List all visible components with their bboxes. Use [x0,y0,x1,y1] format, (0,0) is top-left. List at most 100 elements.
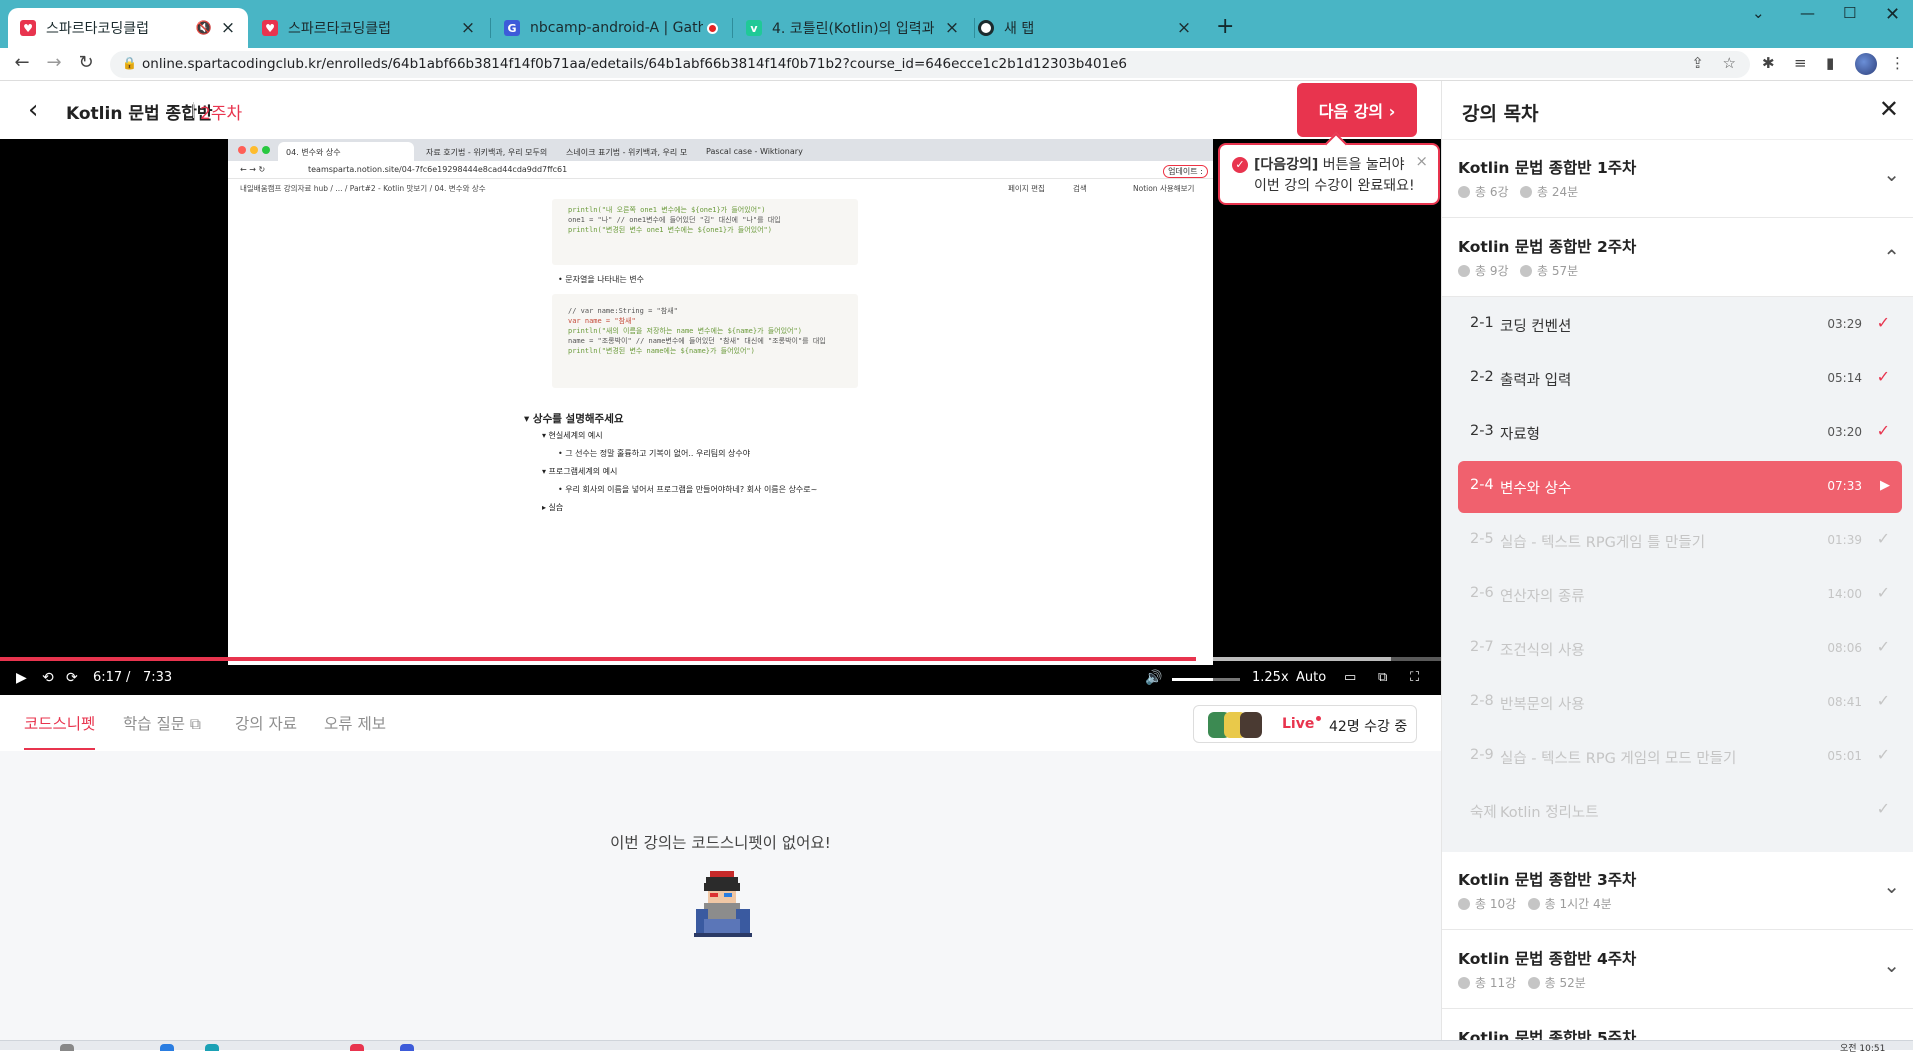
lock-icon[interactable]: 🔒 [122,56,137,70]
empty-snippet-message: 이번 강의는 코드스니펫이 없어요! [610,834,831,852]
week-meta: 총 6강 총 24분 [1458,183,1578,200]
check-circle-icon: ✓ [1232,157,1248,173]
lesson-name: 실습 - 텍스트 RPG게임 틀 만들기 [1500,535,1706,551]
browser-tab-5[interactable]: 새 탭 × [966,8,1204,48]
close-tab-icon[interactable]: × [944,18,960,38]
media-queue-icon[interactable]: ≡ [1794,54,1807,72]
maximize-icon[interactable]: ☐ [1843,4,1856,22]
reload-icon[interactable]: ↻ [74,52,98,73]
chevron-down-icon[interactable]: ⌄ [1883,953,1900,977]
week-4-section[interactable]: Kotlin 문법 종합반 4주차 총 11강 총 52분 ⌄ [1442,931,1913,1009]
back-arrow-icon[interactable]: ‹ [28,95,38,125]
tooltip-bold: [다음강의] [1254,157,1319,173]
share-icon[interactable]: ⇪ [1691,54,1704,72]
lesson-item-current[interactable]: 2-4 변수와 상수 07:33 ▶ [1458,461,1902,513]
week-5-section[interactable]: Kotlin 문법 종합반 5주차 [1442,1010,1913,1040]
recorded-tab: 자료 호기법 - 위키백과, 우리 모두의 [426,148,548,157]
close-sidebar-icon[interactable]: ✕ [1879,95,1899,123]
notion-edit-page: 페이지 편집 [1008,184,1045,193]
extensions-icon[interactable]: ✱ [1762,54,1775,72]
check-icon: ✓ [1876,313,1890,332]
close-tab-icon[interactable]: × [220,18,236,38]
lesson-item[interactable]: 2-9 실습 - 텍스트 RPG 게임의 모드 만들기 05:01 ✓ [1458,731,1902,783]
clock-icon [1519,186,1532,198]
lesson-item[interactable]: 2-8 반복문의 사용 08:41 ✓ [1458,677,1902,729]
rewind-10-icon[interactable]: ⟲ [42,670,54,686]
bookmark-star-icon[interactable]: ☆ [1723,54,1736,72]
volume-slider[interactable] [1172,678,1240,681]
lesson-duration: 03:20 [1827,425,1862,439]
next-lecture-button[interactable]: 다음 강의 › [1297,83,1417,137]
play-circle-icon [1458,265,1470,277]
volume-icon[interactable]: 🔊 [1145,670,1162,686]
chrome-menu-icon[interactable]: ⋮ [1890,54,1905,72]
forward-10-icon[interactable]: ⟳ [66,670,78,686]
forward-icon[interactable]: → [42,52,66,73]
lesson-name: 실습 - 텍스트 RPG 게임의 모드 만들기 [1500,751,1737,767]
chevron-down-icon[interactable]: ⌄ [1883,162,1900,186]
check-icon: ✓ [1876,529,1890,548]
lesson-item[interactable]: 2-2 출력과 입력 05:14 ✓ [1458,353,1902,405]
close-tooltip-icon[interactable]: × [1415,151,1428,172]
close-window-icon[interactable]: ✕ [1885,4,1900,25]
address-bar[interactable]: 🔒 online.spartacodingclub.kr/enrolleds/6… [110,51,1750,78]
lesson-item-homework[interactable]: 숙제 Kotlin 정리노트 ✓ [1458,785,1902,837]
play-icon[interactable]: ▶ [16,670,27,686]
lesson-item[interactable]: 2-5 실습 - 텍스트 RPG게임 틀 만들기 01:39 ✓ [1458,515,1902,567]
live-viewers-box[interactable]: Live 42명 수강 중 [1193,705,1417,743]
lesson-number: 2-2 [1470,369,1494,385]
url-text[interactable]: online.spartacodingclub.kr/enrolleds/64b… [142,56,1127,72]
lesson-item[interactable]: 2-6 연산자의 종류 14:00 ✓ [1458,569,1902,621]
minimize-icon[interactable]: — [1800,4,1815,22]
week-2-section[interactable]: Kotlin 문법 종합반 2주차 총 9강 총 57분 ⌃ [1442,219,1913,297]
browser-tab-1[interactable]: ♥ 스파르타코딩클럽 🔇 × [8,8,248,48]
playback-speed[interactable]: 1.25x [1252,670,1289,685]
total-time: 총 57분 [1536,264,1579,278]
tab-error-report[interactable]: 오류 제보 [324,712,386,748]
code-line: // var name:String = "참새" [568,307,678,315]
gather-icon: G [504,20,520,36]
recorded-tab: 04. 변수와 상수 [278,142,414,161]
lesson-item[interactable]: 2-7 조건식의 사용 08:06 ✓ [1458,623,1902,675]
picture-in-picture-icon[interactable]: ⧉ [1378,670,1387,685]
code-block-1: println("내 오른쪽 one1 변수에는 ${one1}가 들어있어")… [552,199,858,265]
lesson-item[interactable]: 2-3 자료형 03:20 ✓ [1458,407,1902,459]
notion-bullet: • 문자열을 나타내는 변수 [558,275,644,284]
subtitles-icon[interactable]: ▭ [1344,670,1356,685]
total-time: 총 1시간 4분 [1544,897,1612,911]
mac-zoom-dot [262,146,270,154]
week-1-section[interactable]: Kotlin 문법 종합반 1주차 총 6강 총 24분 ⌄ [1442,140,1913,218]
chevron-down-icon[interactable]: ⌄ [1883,874,1900,898]
tab-learning-question[interactable]: 학습 질문 ⧉ [123,712,201,748]
lesson-number: 2-8 [1470,693,1494,709]
check-icon: ✓ [1876,745,1890,764]
live-dot-icon [1316,716,1321,721]
tab-search-chevron-icon[interactable]: ⌄ [1752,4,1765,22]
week-3-section[interactable]: Kotlin 문법 종합반 3주차 총 10강 총 1시간 4분 ⌄ [1442,852,1913,930]
avatar [1240,712,1262,738]
check-icon: ✓ [1876,583,1890,602]
duration: 7:33 [143,670,173,685]
fullscreen-icon[interactable]: ⛶ [1410,670,1419,685]
browser-tab-4[interactable]: v 4. 코틀린(Kotlin)의 입력과 출력 × [734,8,972,48]
chevron-up-icon[interactable]: ⌃ [1883,245,1900,269]
lesson-number: 2-3 [1470,423,1494,439]
recorded-tab: Pascal case - Wiktionary [706,147,803,156]
recorded-url: teamsparta.notion.site/04-7fc6e19298444e… [308,165,568,174]
close-tab-icon[interactable]: × [1176,18,1192,38]
new-tab-icon[interactable]: + [1216,14,1234,39]
side-panel-icon[interactable]: ▮ [1826,54,1834,72]
quality-setting[interactable]: Auto [1296,670,1326,685]
video-player[interactable]: 04. 변수와 상수 자료 호기법 - 위키백과, 우리 모두의 스네이크 표기… [0,139,1441,695]
tab-code-snippet[interactable]: 코드스니펫 [24,712,96,750]
tab-divider [490,18,491,38]
notion-topbar: 내일배움캠프 강의자료 hub / ... / Part#2 - Kotlin … [228,179,1213,195]
lesson-item[interactable]: 2-1 코딩 컨벤션 03:29 ✓ [1458,299,1902,351]
browser-tab-3[interactable]: G nbcamp-android-A | Gather [492,8,730,48]
tab-lecture-materials[interactable]: 강의 자료 [235,712,297,748]
muted-speaker-icon[interactable]: 🔇 [196,21,212,36]
profile-avatar[interactable] [1855,53,1877,75]
back-icon[interactable]: ← [10,52,34,73]
close-tab-icon[interactable]: × [460,18,476,38]
browser-tab-2[interactable]: ♥ 스파르타코딩클럽 × [250,8,488,48]
